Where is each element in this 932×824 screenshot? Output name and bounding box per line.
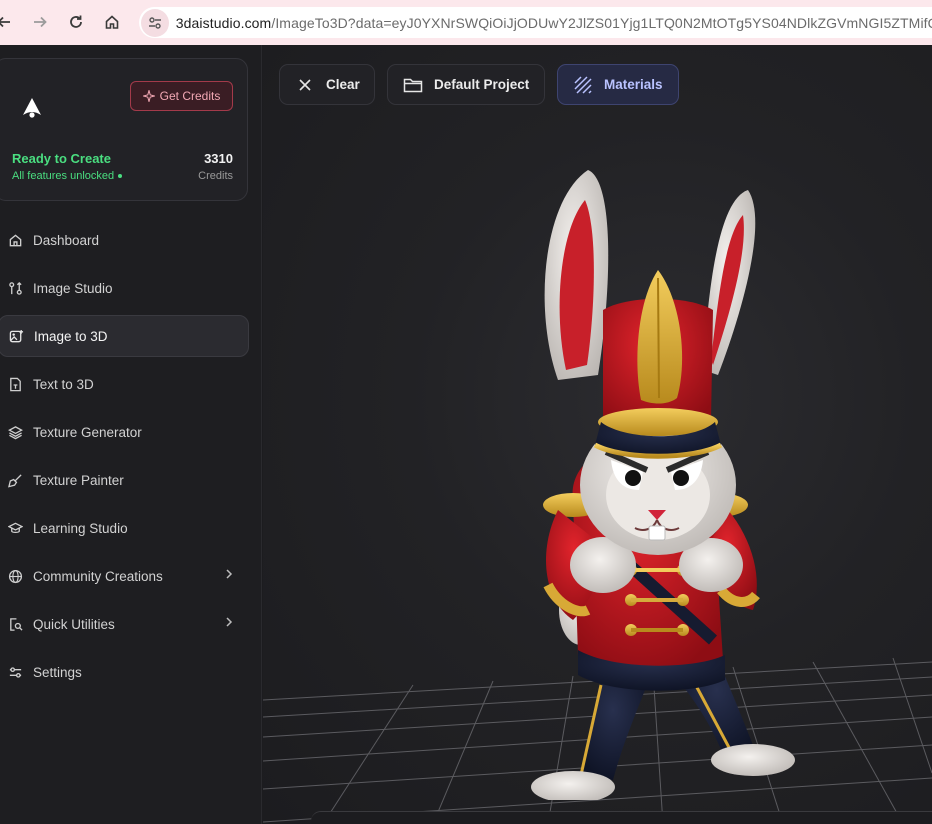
search-file-icon [6, 615, 24, 633]
hatch-icon [572, 74, 594, 96]
chevron-right-icon [223, 616, 235, 631]
url-text[interactable]: 3daistudio.com/ImageTo3D?data=eyJ0YXNrSW… [176, 15, 932, 31]
sidebar-item-label: Image to 3D [34, 328, 108, 344]
sidebar-item-dashboard[interactable]: Dashboard [0, 219, 249, 261]
back-icon[interactable] [0, 4, 22, 40]
sidebar-item-label: Texture Painter [33, 472, 124, 488]
status-subtitle-text: All features unlocked [12, 170, 115, 182]
status-title: Ready to Create [12, 151, 111, 166]
url-host: 3daistudio.com [175, 14, 272, 31]
sliders-icon [6, 663, 24, 681]
sidebar-item-community-creations[interactable]: Community Creations [0, 555, 249, 597]
browser-toolbar: 3daistudio.com/ImageTo3D?data=eyJ0YXNrSW… [0, 0, 932, 45]
sidebar-item-texture-generator[interactable]: Texture Generator [0, 411, 249, 453]
get-credits-button[interactable]: Get Credits [130, 81, 233, 111]
sidebar-item-label: Image Studio [33, 280, 113, 296]
sidebar-item-settings[interactable]: Settings [0, 651, 249, 693]
globe-icon [6, 567, 24, 585]
sidebar-item-label: Texture Generator [33, 424, 142, 440]
reload-icon[interactable] [58, 4, 94, 40]
credits-label: Credits [198, 170, 233, 182]
sidebar-item-image-to-3d[interactable]: Image to 3D [0, 315, 249, 357]
address-bar[interactable]: 3daistudio.com/ImageTo3D?data=eyJ0YXNrSW… [139, 7, 932, 38]
clear-button[interactable]: Clear [279, 64, 375, 105]
sidebar-item-label: Dashboard [33, 232, 100, 248]
forward-icon[interactable] [22, 4, 58, 40]
sidebar-item-label: Learning Studio [33, 520, 128, 536]
sparkle-icon [142, 90, 155, 102]
status-subtitle: All features unlocked [12, 170, 123, 182]
sidebar-item-quick-utilities[interactable]: Quick Utilities [0, 603, 249, 645]
image-to-3d-icon [7, 327, 25, 345]
brush-icon [6, 471, 24, 489]
graduation-cap-icon [6, 519, 24, 537]
chevron-right-icon [223, 568, 235, 583]
project-label: Default Project [434, 77, 530, 92]
sidebar-item-label: Text to 3D [33, 376, 94, 392]
text-to-3d-icon [6, 375, 24, 393]
layers-icon [6, 423, 24, 441]
site-info-icon[interactable] [141, 8, 169, 37]
app-logo-icon[interactable] [19, 95, 45, 121]
project-selector-button[interactable]: Default Project [387, 64, 545, 105]
home-icon[interactable] [94, 4, 130, 40]
sidebar-item-text-to-3d[interactable]: Text to 3D [0, 363, 249, 405]
credits-value: 3310 [204, 151, 233, 166]
sidebar: Get Credits Ready to Create All features… [0, 45, 262, 824]
model-viewer[interactable]: Clear Default Project Materials [263, 45, 932, 824]
close-icon [294, 74, 316, 96]
materials-label: Materials [604, 77, 663, 92]
sidebar-item-texture-painter[interactable]: Texture Painter [0, 459, 249, 501]
folder-icon [402, 74, 424, 96]
sidebar-item-label: Community Creations [33, 568, 163, 584]
rabbit-model[interactable] [463, 160, 823, 800]
sidebar-item-image-studio[interactable]: Image Studio [0, 267, 249, 309]
home-icon [6, 231, 24, 249]
sidebar-item-label: Settings [33, 664, 82, 680]
clear-label: Clear [326, 77, 360, 92]
viewer-bottom-panel [311, 811, 932, 824]
status-dot [118, 174, 123, 179]
sidebar-item-learning-studio[interactable]: Learning Studio [0, 507, 249, 549]
image-studio-icon [6, 279, 24, 297]
sidebar-item-label: Quick Utilities [33, 616, 115, 632]
credits-card: Get Credits Ready to Create All features… [0, 58, 248, 201]
materials-button[interactable]: Materials [557, 64, 679, 105]
url-path: /ImageTo3D?data=eyJ0YXNrSWQiOiJjODUwY2Jl… [271, 14, 932, 31]
get-credits-label: Get Credits [159, 89, 221, 103]
